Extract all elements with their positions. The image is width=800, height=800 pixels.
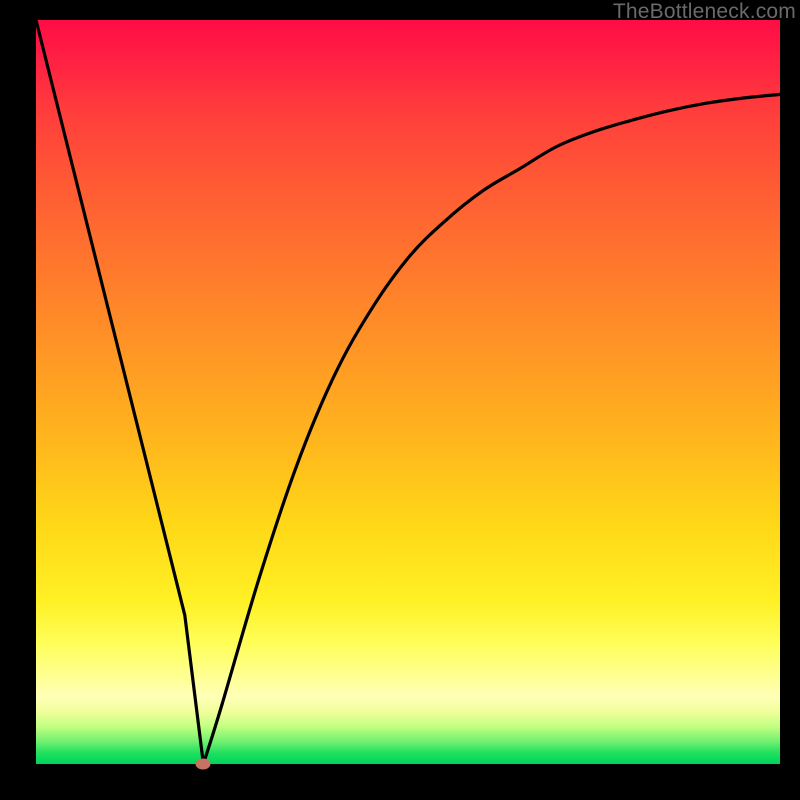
plot-area (36, 20, 780, 764)
minimum-point-marker (196, 759, 211, 770)
watermark-text: TheBottleneck.com (613, 0, 796, 24)
chart-frame: TheBottleneck.com (0, 0, 800, 800)
bottleneck-curve (36, 20, 780, 764)
